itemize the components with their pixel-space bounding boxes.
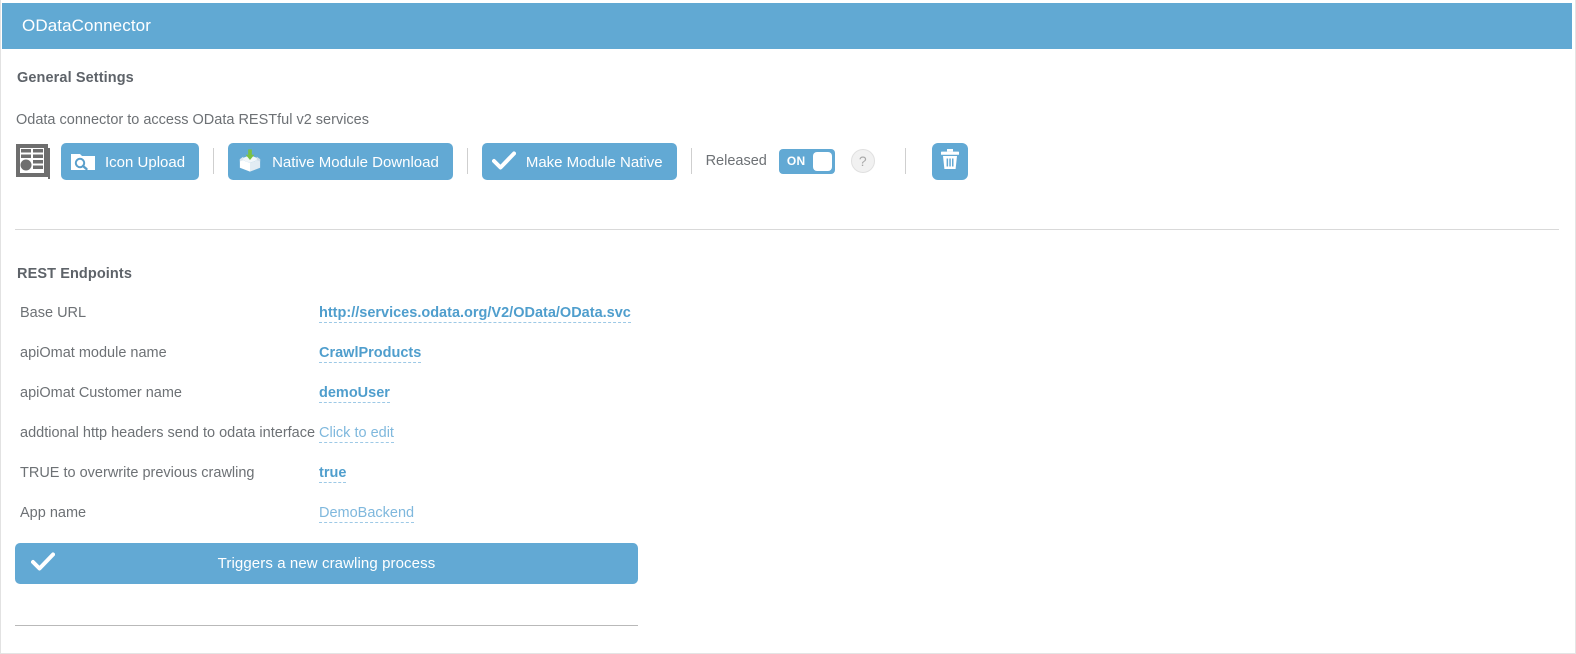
property-value-http-headers[interactable]: Click to edit: [319, 425, 394, 443]
module-settings-panel: ODataConnector General Settings Odata co…: [0, 0, 1576, 654]
window-titlebar: ODataConnector: [2, 3, 1572, 49]
rest-endpoints-property-list: Base URL http://services.odata.org/V2/OD…: [1, 300, 701, 540]
page-title: ODataConnector: [22, 16, 151, 35]
property-value-module-name[interactable]: CrawlProducts: [319, 345, 422, 363]
icon-upload-label: Icon Upload: [105, 153, 186, 171]
module-list-icon: [15, 142, 51, 180]
property-row: App name DemoBackend: [1, 500, 701, 540]
icon-upload-button[interactable]: Icon Upload: [61, 142, 200, 180]
trash-icon: [939, 147, 961, 176]
section-divider: [15, 229, 1559, 230]
bottom-divider: [15, 625, 638, 626]
property-value-app-name[interactable]: DemoBackend: [319, 505, 415, 523]
help-icon[interactable]: ?: [850, 149, 875, 173]
native-module-download-label: Native Module Download: [272, 153, 439, 171]
property-label-customer-name: apiOmat Customer name: [20, 385, 182, 401]
make-module-native-label: Make Module Native: [525, 153, 663, 171]
make-module-native-button[interactable]: Make Module Native: [481, 142, 677, 180]
property-label-base-url: Base URL: [20, 305, 87, 321]
property-value-overwrite-crawling[interactable]: true: [319, 465, 347, 483]
released-toggle-state: ON: [786, 153, 806, 168]
module-description: Odata connector to access OData RESTful …: [16, 112, 369, 128]
toolbar-divider: [690, 148, 692, 174]
property-row: apiOmat module name CrawlProducts: [1, 340, 701, 380]
toolbar-divider: [466, 148, 468, 174]
general-settings-heading: General Settings: [17, 70, 134, 86]
toolbar-divider: [213, 148, 215, 174]
folder-search-icon: [70, 148, 96, 174]
property-row: Base URL http://services.odata.org/V2/OD…: [1, 300, 701, 340]
property-row: addtional http headers send to odata int…: [1, 420, 701, 460]
trigger-crawling-label: Triggers a new crawling process: [217, 555, 436, 572]
toolbar-divider: [904, 148, 906, 174]
property-row: TRUE to overwrite previous crawling true: [1, 460, 701, 500]
property-label-http-headers: addtional http headers send to odata int…: [20, 425, 316, 441]
box-download-icon: [237, 148, 263, 174]
delete-module-button[interactable]: [931, 142, 968, 180]
property-value-customer-name[interactable]: demoUser: [319, 385, 390, 403]
released-toggle[interactable]: ON: [778, 148, 835, 174]
trigger-crawling-button[interactable]: Triggers a new crawling process: [15, 543, 638, 584]
rest-endpoints-heading: REST Endpoints: [17, 266, 132, 282]
native-module-download-button[interactable]: Native Module Download: [228, 142, 453, 180]
property-label-overwrite-crawling: TRUE to overwrite previous crawling: [20, 465, 255, 481]
checkmark-icon: [491, 148, 517, 174]
property-row: apiOmat Customer name demoUser: [1, 380, 701, 420]
released-label: Released: [705, 153, 767, 169]
property-value-base-url[interactable]: http://services.odata.org/V2/OData/OData…: [319, 305, 631, 323]
module-toolbar: Icon Upload Native Module Download Make …: [15, 138, 968, 184]
property-label-app-name: App name: [20, 505, 87, 521]
property-label-module-name: apiOmat module name: [20, 345, 167, 361]
released-toggle-knob: [812, 151, 832, 171]
